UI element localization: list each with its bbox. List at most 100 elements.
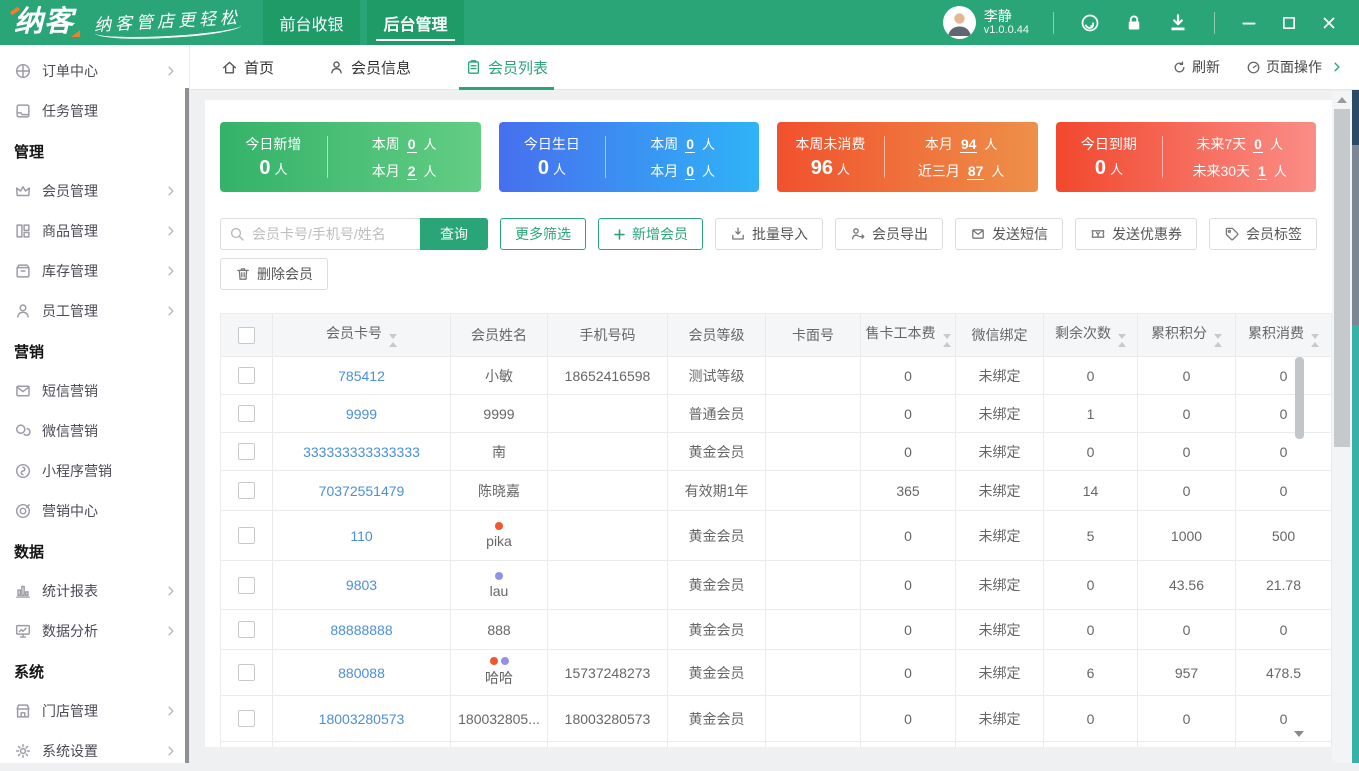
column-header-会员卡号[interactable]: 会员卡号 bbox=[272, 313, 451, 357]
button-会员标签[interactable]: 会员标签 bbox=[1209, 218, 1317, 250]
stat-sub-value[interactable]: 2 bbox=[406, 163, 417, 180]
member-tag-dots bbox=[452, 571, 547, 580]
plus-icon bbox=[614, 228, 625, 240]
cell-phone: 18003280573 bbox=[547, 695, 668, 742]
member-card-link[interactable]: 110 bbox=[350, 528, 372, 544]
member-card-link[interactable]: 70372551479 bbox=[319, 483, 405, 499]
topnav-tab-inactive[interactable]: 前台收银 bbox=[263, 0, 361, 45]
row-checkbox[interactable] bbox=[238, 576, 255, 594]
sidebar-item[interactable]: 小程序营销 bbox=[0, 451, 189, 491]
action-页面操作[interactable]: 页面操作 bbox=[1246, 57, 1343, 77]
button-发送优惠券[interactable]: 发送优惠券 bbox=[1075, 218, 1197, 250]
stat-sub-value[interactable]: 0 bbox=[685, 163, 696, 180]
column-header-剩余次数[interactable]: 剩余次数 bbox=[1043, 313, 1138, 357]
list-icon bbox=[467, 60, 480, 74]
tab-item[interactable]: 首页 bbox=[221, 45, 274, 90]
sidebar-scrollbar-thumb[interactable] bbox=[185, 88, 189, 763]
cell-card-face bbox=[765, 432, 861, 471]
column-header-label: 累积积分 bbox=[1151, 325, 1207, 341]
stat-cards: 今日新增 0 人 本周 0 人本月 2 人 今日生日 0 人 本周 0 人本月 0 人 本周未消费 96 人 本月 94… bbox=[220, 122, 1316, 192]
topbar-divider bbox=[1214, 11, 1215, 34]
row-checkbox[interactable] bbox=[238, 621, 255, 638]
sidebar-item[interactable]: 统计报表 bbox=[0, 571, 189, 611]
member-card-link[interactable]: 880088 bbox=[338, 665, 385, 681]
button-发送短信[interactable]: 发送短信 bbox=[955, 218, 1063, 250]
member-tag-dots bbox=[452, 522, 547, 530]
sidebar-item[interactable]: 数据分析 bbox=[0, 611, 189, 651]
topbar-tools bbox=[1068, 0, 1200, 45]
goods-icon bbox=[16, 224, 30, 238]
stat-sub-value[interactable]: 1 bbox=[1257, 163, 1267, 180]
sidebar-item[interactable]: 订单中心 bbox=[0, 51, 189, 91]
sidebar-item[interactable]: 任务管理 bbox=[0, 91, 189, 131]
sidebar-item[interactable]: 会员管理 bbox=[0, 171, 189, 211]
stat-sub-value[interactable]: 0 bbox=[406, 136, 417, 153]
search-input[interactable] bbox=[220, 218, 420, 250]
cell-member-name: 180032805... bbox=[450, 695, 548, 742]
user-profile[interactable]: 李静 v1.0.0.44 bbox=[942, 6, 1029, 39]
row-checkbox[interactable] bbox=[238, 664, 255, 681]
sort-arrows-icon[interactable] bbox=[1311, 334, 1319, 347]
row-checkbox[interactable] bbox=[238, 482, 255, 499]
row-checkbox[interactable] bbox=[238, 405, 255, 422]
table-scrollbar-thumb[interactable] bbox=[1295, 357, 1304, 439]
stat-sub-value[interactable]: 87 bbox=[966, 163, 985, 180]
sidebar-item[interactable]: 系统设置 bbox=[0, 731, 189, 771]
support-button[interactable] bbox=[1068, 0, 1112, 45]
cell-member-name bbox=[450, 741, 548, 747]
table-scroll-down-arrow[interactable] bbox=[1294, 731, 1304, 737]
row-checkbox[interactable] bbox=[238, 527, 255, 544]
member-card-link[interactable]: 18003280573 bbox=[319, 711, 405, 727]
row-checkbox[interactable] bbox=[238, 710, 255, 727]
close-button[interactable] bbox=[1309, 0, 1349, 45]
stat-sub-value[interactable]: 0 bbox=[1253, 136, 1263, 153]
table-row: 785412 小敏 18652416598 测试等级 0 未绑定 0 0 0 bbox=[220, 356, 1332, 395]
sidebar-item[interactable]: 商品管理 bbox=[0, 211, 189, 251]
maximize-button[interactable] bbox=[1269, 0, 1309, 45]
button-删除会员[interactable]: 删除会员 bbox=[220, 258, 328, 290]
button-更多筛选[interactable]: 更多筛选 bbox=[500, 218, 586, 250]
sort-arrows-icon[interactable] bbox=[1118, 334, 1126, 347]
cell-member-name: 888 bbox=[450, 609, 548, 650]
column-header-累积积分[interactable]: 累积积分 bbox=[1137, 313, 1236, 357]
button-批量导入[interactable]: 批量导入 bbox=[715, 218, 823, 250]
sort-arrows-icon[interactable] bbox=[389, 334, 397, 347]
sort-arrows-icon[interactable] bbox=[1214, 334, 1222, 347]
stat-sub-value[interactable]: 94 bbox=[959, 136, 978, 153]
stat-sub-value[interactable]: 0 bbox=[685, 136, 696, 153]
search-button[interactable]: 查询 bbox=[420, 218, 488, 250]
tag-dot-icon bbox=[500, 657, 509, 665]
sort-arrows-icon[interactable] bbox=[942, 334, 951, 347]
sidebar-item[interactable]: 营销中心 bbox=[0, 491, 189, 531]
sidebar-item[interactable]: 库存管理 bbox=[0, 251, 189, 291]
sidebar-item[interactable]: 短信营销 bbox=[0, 371, 189, 411]
lock-button[interactable] bbox=[1112, 0, 1156, 45]
button-新增会员[interactable]: 新增会员 bbox=[598, 218, 703, 250]
member-card-link[interactable]: 333333333333333 bbox=[303, 444, 420, 460]
member-card-link[interactable]: 9999 bbox=[346, 406, 377, 422]
cell-remaining-times bbox=[1043, 741, 1138, 747]
page-scrollbar-thumb[interactable] bbox=[1334, 109, 1350, 447]
member-card-link[interactable]: 9803 bbox=[346, 577, 377, 593]
scroll-up-arrow[interactable] bbox=[1332, 92, 1352, 108]
row-checkbox[interactable] bbox=[238, 367, 255, 384]
button-会员导出[interactable]: 会员导出 bbox=[835, 218, 943, 250]
column-header-累积消费[interactable]: 累积消费 bbox=[1235, 313, 1332, 357]
topnav-tab-active[interactable]: 后台管理 bbox=[367, 0, 465, 45]
tab-item[interactable]: 会员信息 bbox=[328, 45, 411, 90]
sidebar-item-label: 系统设置 bbox=[42, 743, 98, 759]
sidebar-item[interactable]: 门店管理 bbox=[0, 691, 189, 731]
sidebar-item[interactable]: 员工管理 bbox=[0, 291, 189, 331]
cell-select bbox=[220, 560, 273, 610]
member-card-link[interactable]: 785412 bbox=[338, 368, 385, 384]
tab-active[interactable]: 会员列表 bbox=[459, 45, 555, 90]
action-刷新[interactable]: 刷新 bbox=[1172, 57, 1220, 77]
sidebar-item[interactable]: 微信营销 bbox=[0, 411, 189, 451]
download-button[interactable] bbox=[1156, 0, 1200, 45]
member-card-link[interactable]: 88888888 bbox=[330, 622, 392, 638]
select-all-checkbox[interactable] bbox=[238, 326, 255, 344]
minimize-button[interactable] bbox=[1229, 0, 1269, 45]
column-header-售卡工本费[interactable]: 售卡工本费 bbox=[860, 313, 956, 357]
column-header-卡面号: 卡面号 bbox=[765, 313, 861, 357]
row-checkbox[interactable] bbox=[238, 443, 255, 460]
